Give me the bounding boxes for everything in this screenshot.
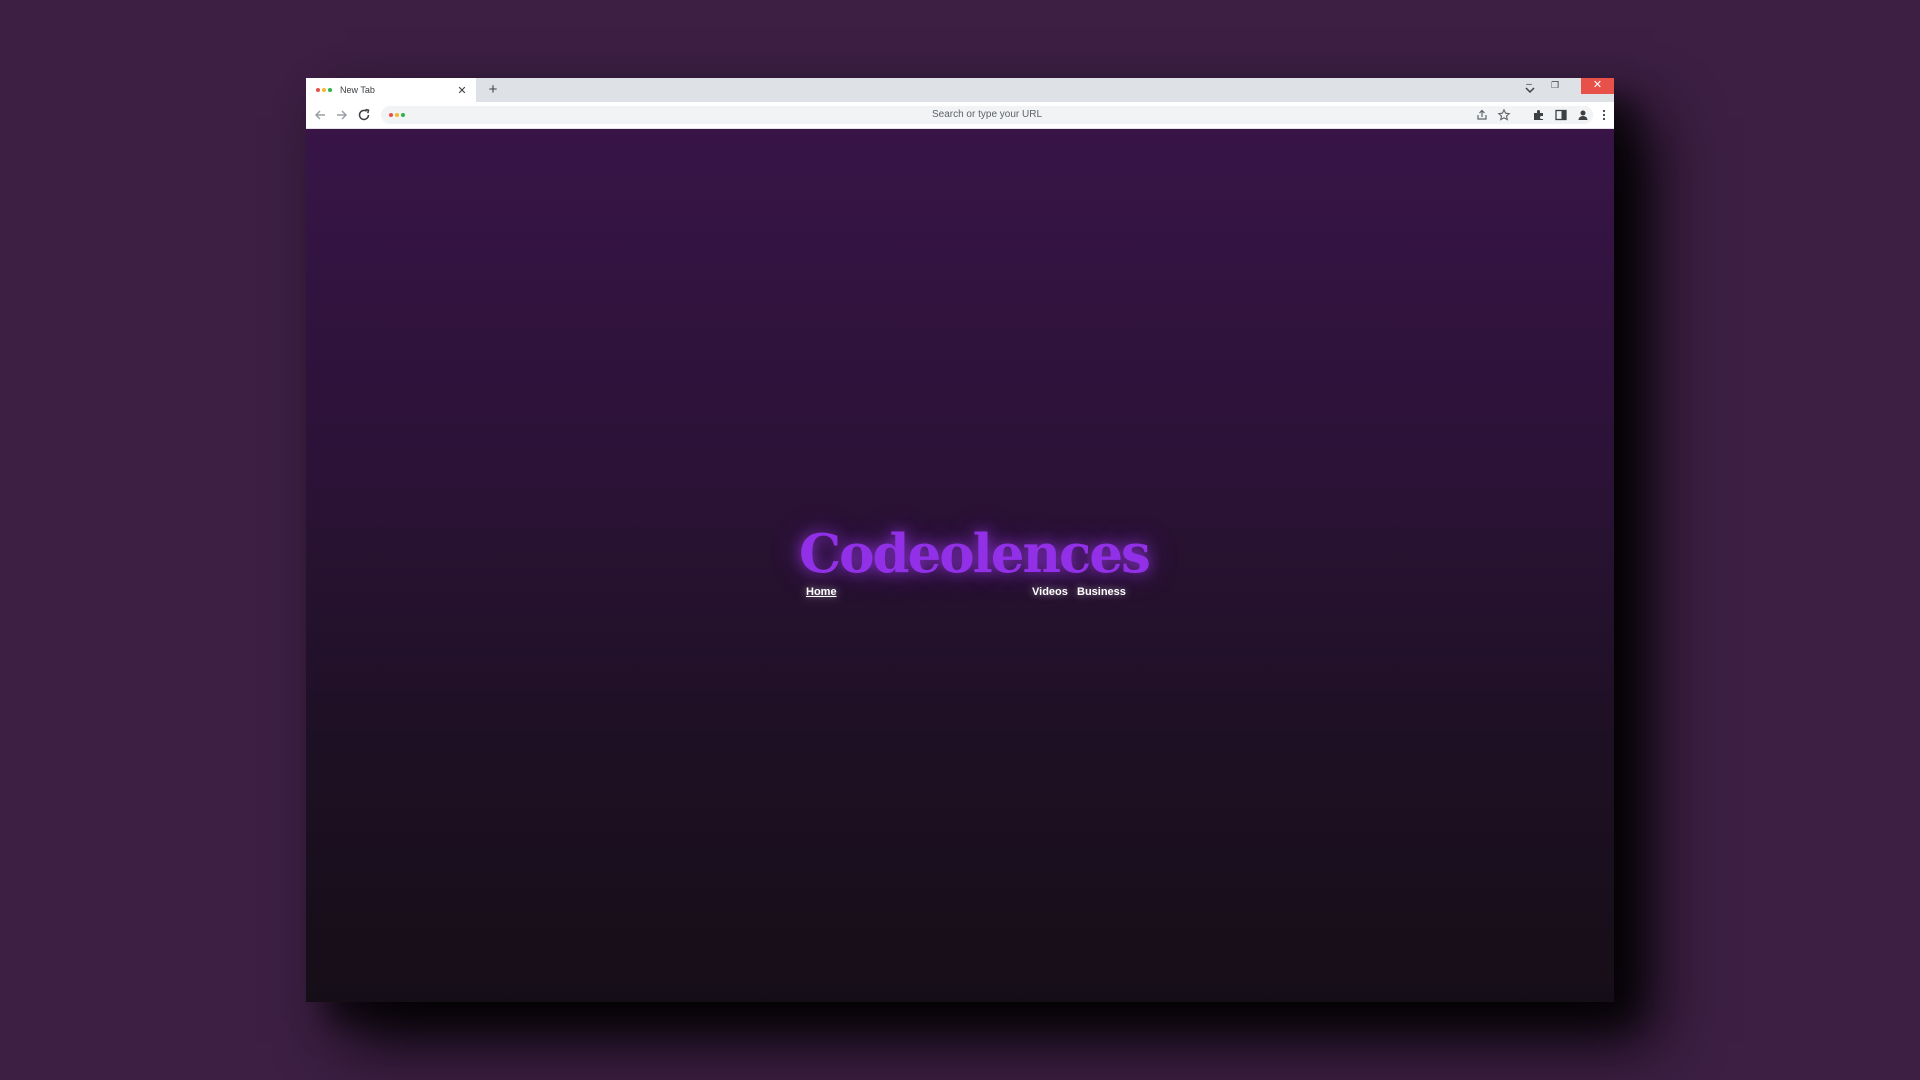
page-content: Codeolences Home Videos Business bbox=[306, 129, 1614, 1002]
tab-close-icon[interactable]: ✕ bbox=[454, 84, 470, 97]
tab-title: New Tab bbox=[340, 85, 375, 95]
hero: Codeolences Home Videos Business bbox=[799, 523, 1151, 604]
reload-icon[interactable] bbox=[356, 107, 372, 123]
nav-videos-link[interactable]: Videos bbox=[1032, 586, 1068, 598]
share-icon[interactable] bbox=[1475, 108, 1489, 122]
minimize-button[interactable]: – bbox=[1519, 78, 1539, 94]
browser-window: New Tab ✕ + – ❐ ✕ Search or type your UR… bbox=[306, 78, 1614, 1002]
site-nav: Home Videos Business bbox=[799, 586, 1129, 604]
kebab-menu-icon[interactable] bbox=[1597, 108, 1611, 122]
arrow-left-icon[interactable] bbox=[312, 107, 328, 123]
brand-logo: Codeolences bbox=[799, 523, 1151, 585]
nav-business-link[interactable]: Business bbox=[1077, 586, 1126, 598]
new-tab-button[interactable]: + bbox=[484, 81, 502, 99]
browser-toolbar: Search or type your URL bbox=[306, 102, 1614, 129]
tab-new-tab[interactable]: New Tab ✕ bbox=[306, 78, 476, 102]
window-close-button[interactable]: ✕ bbox=[1581, 78, 1614, 94]
star-icon[interactable] bbox=[1497, 108, 1511, 122]
tab-strip: New Tab ✕ + – ❐ ✕ bbox=[306, 78, 1614, 102]
address-bar-placeholder: Search or type your URL bbox=[931, 109, 1043, 120]
nav-home-link[interactable]: Home bbox=[806, 586, 837, 598]
puzzle-icon[interactable] bbox=[1532, 108, 1546, 122]
restore-button[interactable]: ❐ bbox=[1545, 78, 1565, 94]
arrow-right-icon[interactable] bbox=[334, 107, 350, 123]
address-bar[interactable]: Search or type your URL bbox=[381, 106, 1593, 124]
side-panel-icon[interactable] bbox=[1554, 108, 1568, 122]
profile-icon[interactable] bbox=[1576, 108, 1590, 122]
tab-favicon-icon bbox=[316, 88, 332, 92]
